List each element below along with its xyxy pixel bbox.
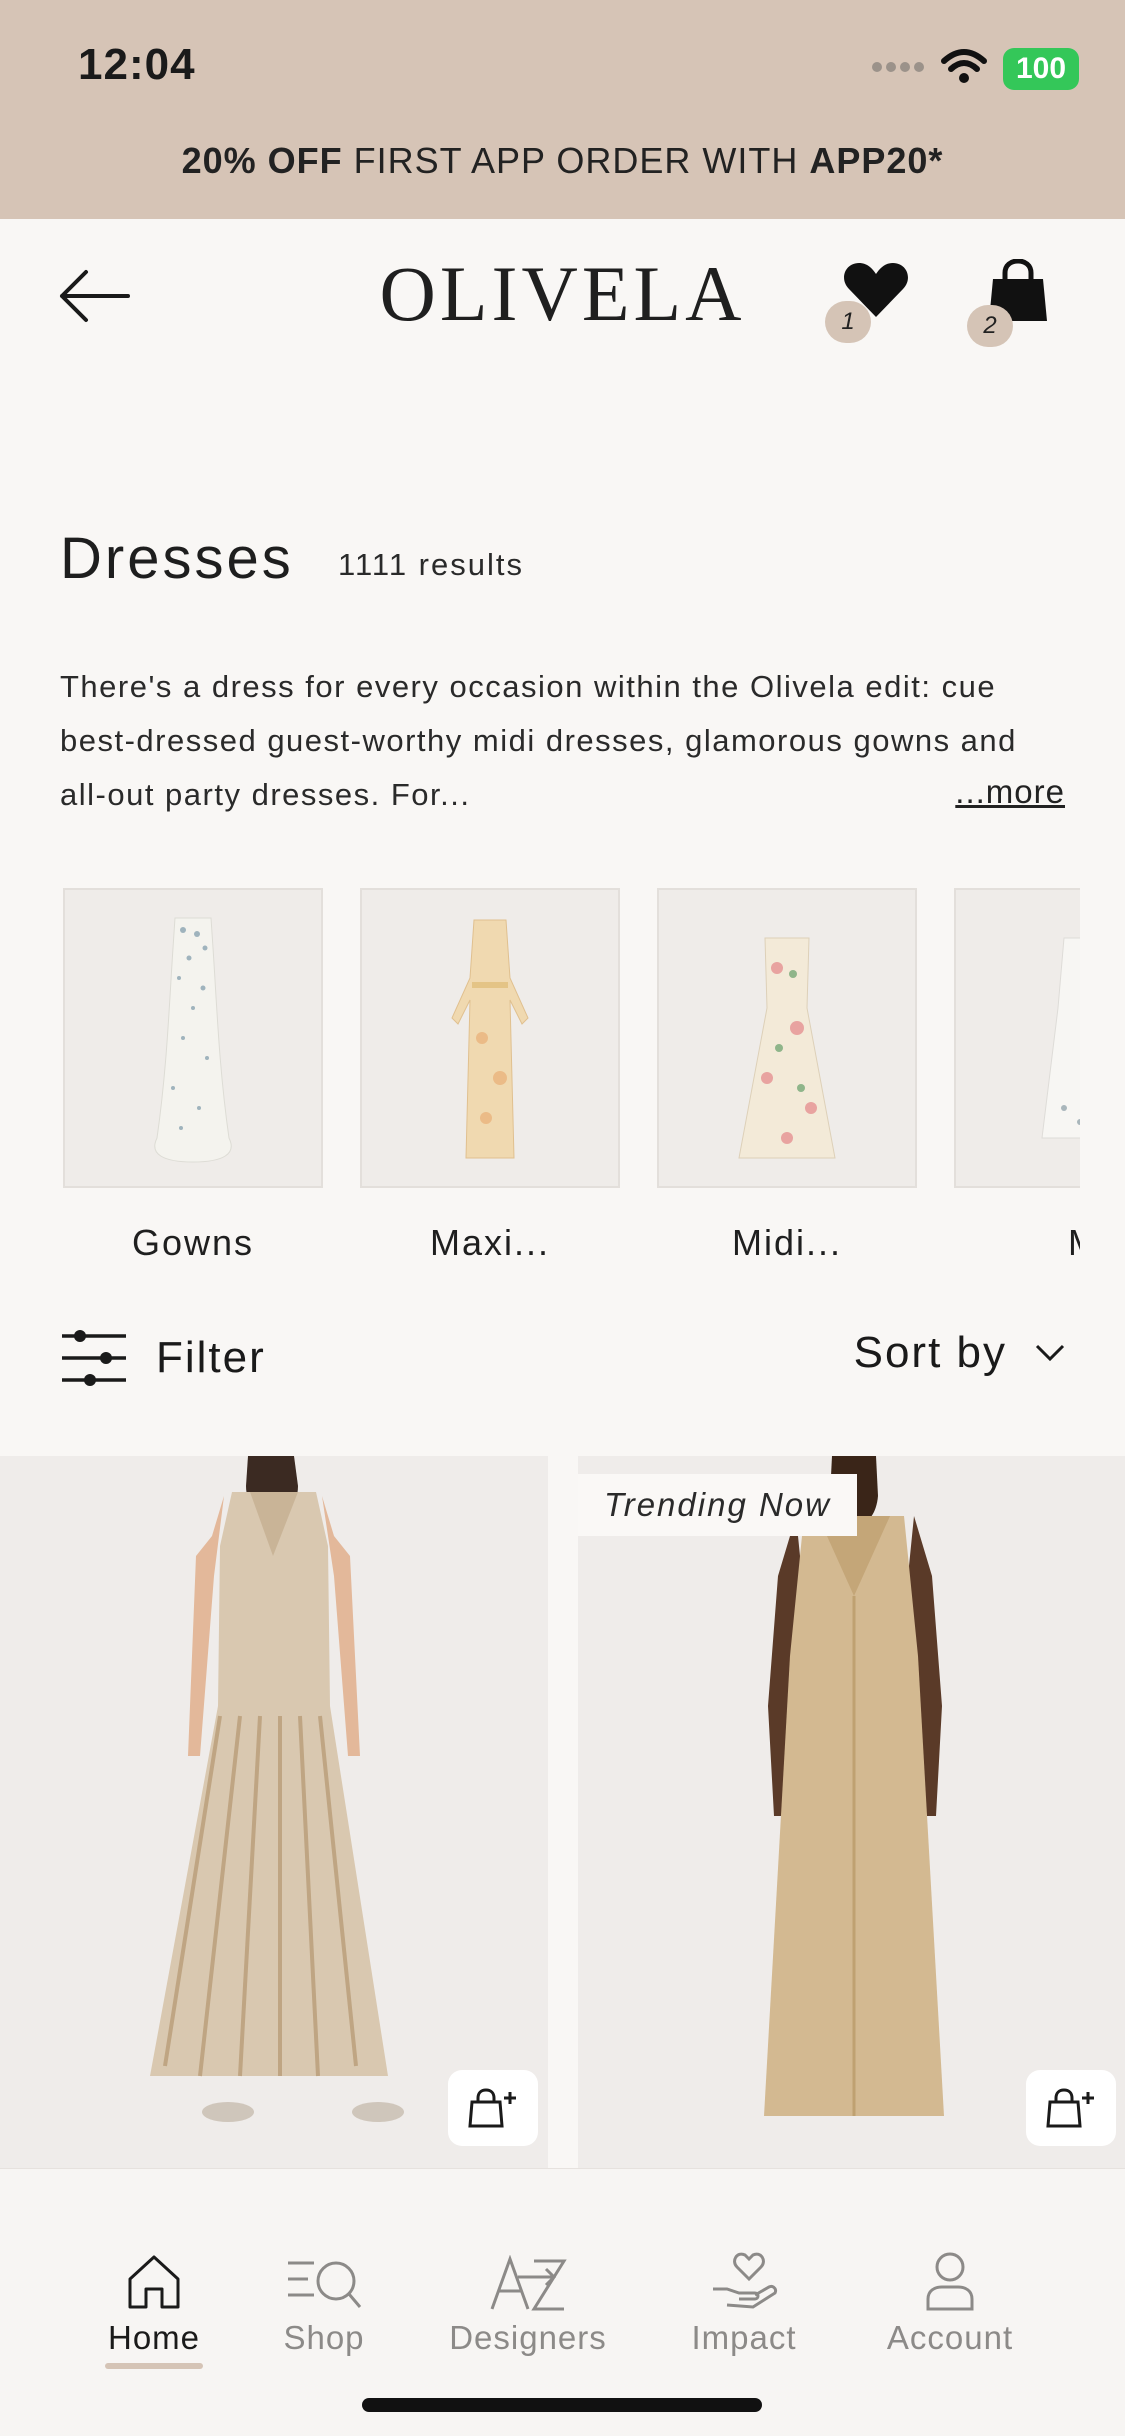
trending-badge: Trending Now [578, 1474, 857, 1536]
bag-button[interactable]: 2 [967, 259, 1057, 347]
filter-button[interactable]: Filter [60, 1328, 266, 1388]
product-image [764, 1456, 944, 2116]
wishlist-button[interactable]: 1 [823, 259, 913, 343]
a-z-icon [490, 2255, 567, 2311]
user-icon [926, 2252, 974, 2311]
sort-label: Sort by [853, 1328, 1007, 1377]
app-header: OLIVELA 1 2 [0, 219, 1125, 369]
home-icon [128, 2255, 180, 2309]
tab-label: Designers [449, 2319, 607, 2356]
home-indicator [362, 2398, 762, 2412]
bag-plus-icon [1046, 2088, 1094, 2128]
results-count: 1111 results [338, 547, 524, 582]
promo-text: FIRST APP ORDER WITH [342, 140, 810, 181]
subcategory-image [63, 888, 323, 1188]
midi-dress-image [738, 937, 836, 1159]
category-description: There's a dress for every occasion withi… [60, 660, 1080, 822]
active-tab-indicator [105, 2363, 203, 2369]
bottom-tab-bar: Home Shop Designers Impact Account [0, 2168, 1125, 2436]
status-indicators: 100 [871, 48, 1079, 90]
mini-dress-image [1041, 937, 1080, 1139]
tab-label: Shop [283, 2319, 365, 2356]
page-title: Dresses [60, 526, 294, 591]
tab-label: Impact [691, 2319, 797, 2356]
add-to-bag-button[interactable] [448, 2070, 538, 2146]
bag-badge: 2 [967, 305, 1013, 347]
filter-label: Filter [156, 1333, 266, 1382]
wishlist-badge: 1 [825, 301, 871, 343]
battery-indicator: 100 [1003, 48, 1079, 90]
description-text: There's a dress for every occasion withi… [60, 669, 1017, 812]
wifi-icon [941, 48, 987, 90]
product-card[interactable]: Trending Now [578, 1456, 1125, 2168]
tab-impact[interactable]: Impact [644, 2239, 844, 2357]
subcategory-image [954, 888, 1080, 1188]
subcategory-card-mini[interactable]: M [954, 888, 1080, 1264]
subcategory-label: Maxi... [429, 1222, 550, 1263]
subcategory-carousel[interactable]: Gowns Maxi... Midi... M [63, 888, 1080, 1268]
tab-designers[interactable]: Designers [428, 2239, 628, 2357]
tab-label: Account [886, 2319, 1014, 2356]
sliders-icon [62, 1330, 126, 1386]
search-list-icon [288, 2261, 362, 2308]
product-card[interactable] [0, 1456, 548, 2168]
tab-account[interactable]: Account [850, 2239, 1050, 2357]
tab-shop[interactable]: Shop [224, 2239, 424, 2357]
brand-logo[interactable]: OLIVELA [0, 249, 1125, 339]
promo-banner[interactable]: 20% OFF FIRST APP ORDER WITH APP20* [0, 140, 1125, 182]
promo-discount: 20% OFF [181, 140, 343, 181]
subcategory-card-midi[interactable]: Midi... [657, 888, 917, 1264]
subcategory-image [657, 888, 917, 1188]
maxi-dress-image [451, 919, 529, 1159]
add-to-bag-button[interactable] [1026, 2070, 1116, 2146]
subcategory-label: Gowns [131, 1222, 255, 1263]
status-time: 12:04 [78, 40, 196, 89]
signal-icon [871, 59, 925, 80]
filter-sort-toolbar: Filter Sort by [0, 1320, 1125, 1410]
heart-hand-icon [713, 2252, 777, 2309]
status-bar: 12:04 100 [0, 0, 1125, 135]
read-more-link[interactable]: ...more [945, 773, 1065, 811]
subcategory-card-maxi[interactable]: Maxi... [360, 888, 620, 1264]
gown-image [154, 917, 232, 1163]
chevron-down-icon [1035, 1344, 1065, 1362]
promo-code: APP20* [809, 140, 944, 181]
bag-plus-icon [468, 2088, 516, 2128]
product-grid: Trending Now [0, 1456, 1125, 2168]
subcategory-image [360, 888, 620, 1188]
subcategory-card-gowns[interactable]: Gowns [63, 888, 323, 1264]
sort-button[interactable]: Sort by [854, 1328, 1065, 1378]
subcategory-label: Midi... [731, 1222, 842, 1263]
product-image [150, 1456, 404, 2122]
subcategory-label: M [954, 1222, 1080, 1264]
